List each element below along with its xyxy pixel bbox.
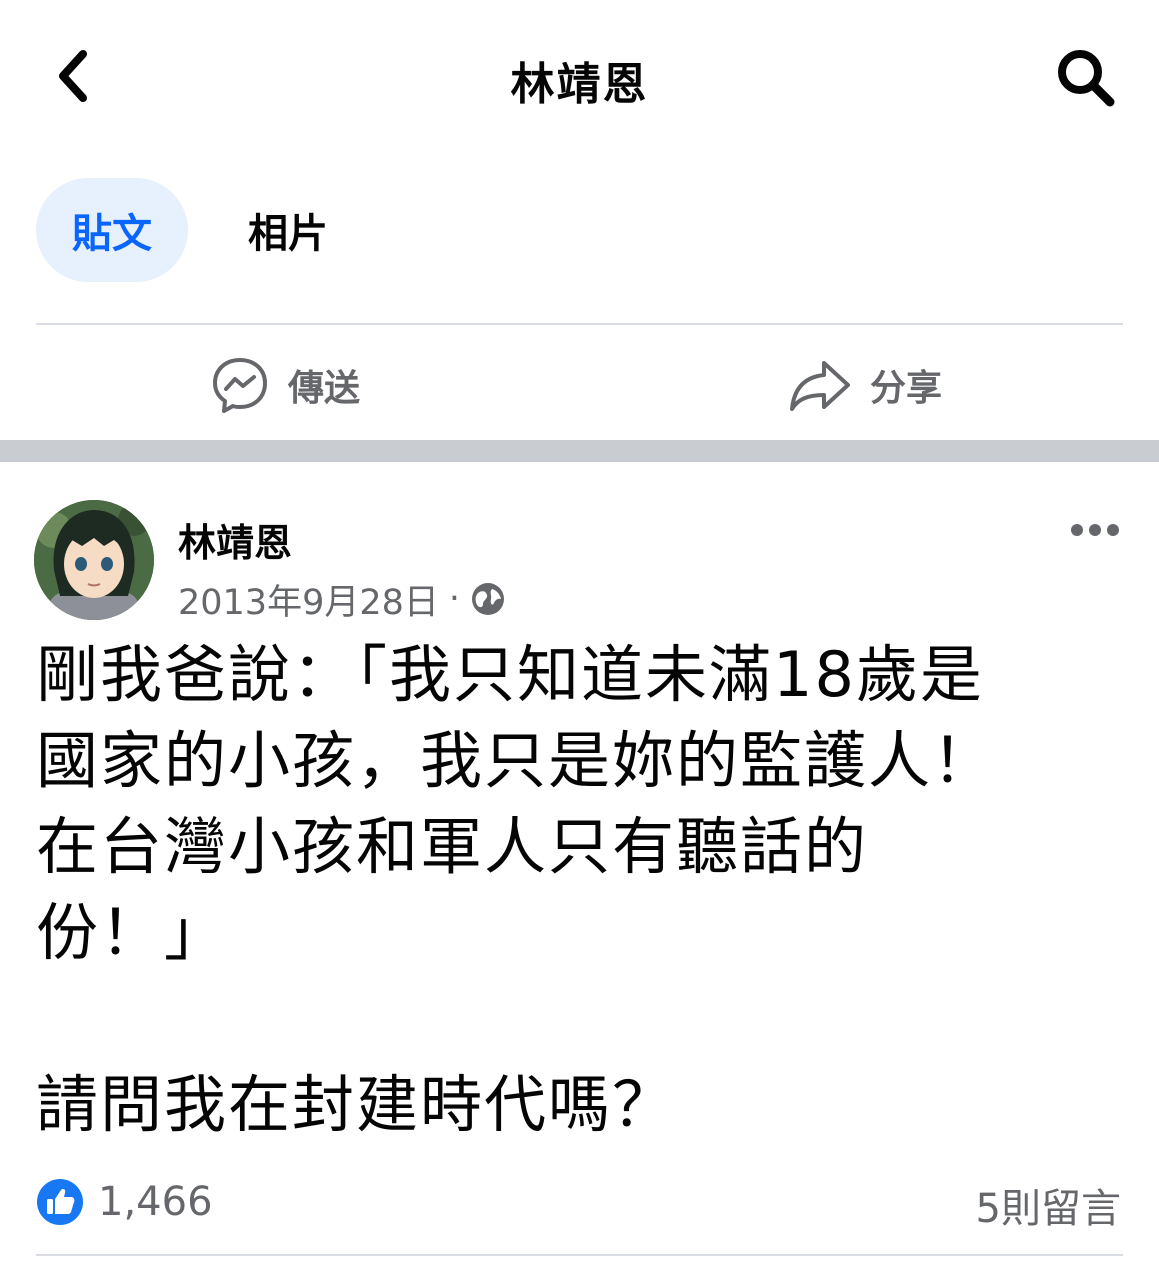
comments-count[interactable]: 5則留言 [976,1176,1121,1234]
tab-posts[interactable]: 貼文 [36,178,188,282]
like-count: 1,466 [98,1179,213,1225]
divider [36,323,1123,325]
post-text-line: 在台灣小孩和軍人只有聽話的 [36,810,869,883]
share-label: 分享 [870,368,943,409]
send-label: 傳送 [288,368,361,409]
post-meta: 2013年9月28日 · [178,574,506,625]
divider [36,1254,1123,1256]
like-icon [37,1179,83,1225]
share-arrow-icon [790,361,850,411]
reactions-summary[interactable]: 1,466 [36,1172,213,1232]
meta-separator: · [448,579,461,619]
post-date[interactable]: 2013年9月28日 [178,574,439,625]
search-button[interactable] [1046,40,1126,116]
more-options-button[interactable] [1064,508,1126,552]
send-button[interactable]: 傳送 [210,350,360,420]
avatar[interactable] [34,500,154,620]
search-icon [1058,50,1115,107]
tab-bar: 貼文 相片 [36,178,364,282]
messenger-icon [213,358,267,413]
ellipsis-icon [1071,524,1119,536]
post-question: 請問我在封建時代嗎？ [36,1068,677,1141]
top-bar: 林靖恩 [0,0,1159,150]
section-separator [0,440,1159,462]
post-text-line: 國家的小孩，我只是妳的監護人！ [36,724,997,797]
post-body: 剛我爸說：「我只知道未滿18歲是 國家的小孩，我只是妳的監護人！ 在台灣小孩和軍… [36,632,1126,1148]
post-text-line: 剛我爸說：「我只知道未滿18歲是 [36,638,984,711]
page-title: 林靖恩 [510,59,649,110]
globe-icon [472,583,505,615]
action-bar: 傳送 分享 [0,330,1159,440]
post-text-line: 份！」 [36,896,229,969]
post-author[interactable]: 林靖恩 [178,512,292,567]
share-button[interactable]: 分享 [788,350,942,420]
tab-photos[interactable]: 相片 [212,178,364,282]
